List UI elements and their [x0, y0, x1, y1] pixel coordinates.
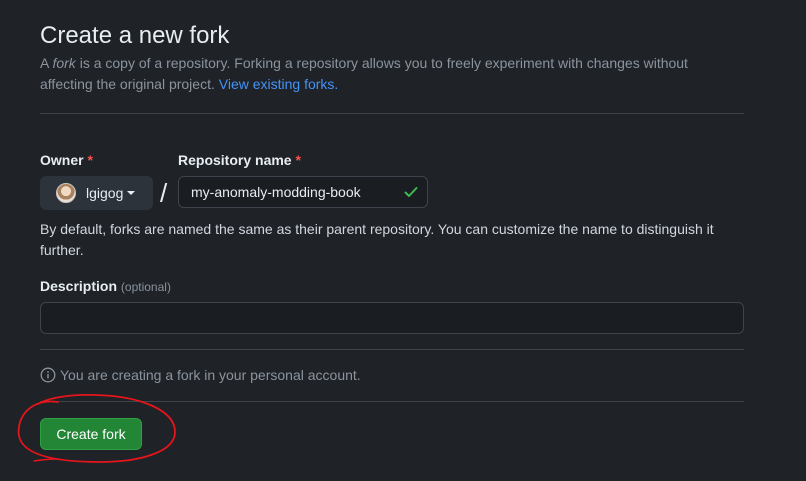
- repository-name-value: my-anomaly-modding-book: [191, 184, 361, 200]
- description-label: Description (optional): [40, 278, 171, 294]
- owner-name: lgigog: [86, 185, 124, 201]
- divider: [40, 349, 744, 350]
- personal-account-notice: You are creating a fork in your personal…: [40, 367, 361, 383]
- create-fork-label: Create fork: [56, 426, 126, 442]
- view-existing-forks-link[interactable]: View existing forks.: [219, 76, 339, 92]
- subtitle-text: is a copy of a repository. Forking a rep…: [40, 55, 688, 92]
- required-mark: *: [295, 152, 301, 168]
- optional-hint: (optional): [120, 280, 171, 294]
- notice-text: You are creating a fork in your personal…: [60, 367, 361, 383]
- repository-name-label: Repository name *: [178, 152, 301, 168]
- description-input[interactable]: [40, 302, 744, 334]
- owner-dropdown[interactable]: lgigog: [40, 176, 153, 210]
- fork-page: Create a new fork A fork is a copy of a …: [0, 0, 806, 481]
- owner-label: Owner *: [40, 152, 93, 168]
- repository-name-help: By default, forks are named the same as …: [40, 221, 714, 258]
- page-subtitle: A fork is a copy of a repository. Forkin…: [40, 53, 744, 95]
- check-icon: [404, 187, 418, 197]
- subtitle-fork-term: fork: [52, 55, 76, 71]
- create-fork-button[interactable]: Create fork: [40, 418, 142, 450]
- divider: [40, 113, 744, 114]
- repository-name-input[interactable]: my-anomaly-modding-book: [178, 176, 428, 208]
- info-icon: [40, 367, 56, 383]
- owner-repo-separator: /: [160, 178, 168, 208]
- divider: [40, 401, 744, 402]
- required-mark: *: [87, 152, 93, 168]
- subtitle-prefix: A: [40, 55, 53, 71]
- caret-down-icon: [127, 191, 136, 195]
- avatar: [56, 183, 76, 203]
- page-title: Create a new fork: [40, 22, 230, 49]
